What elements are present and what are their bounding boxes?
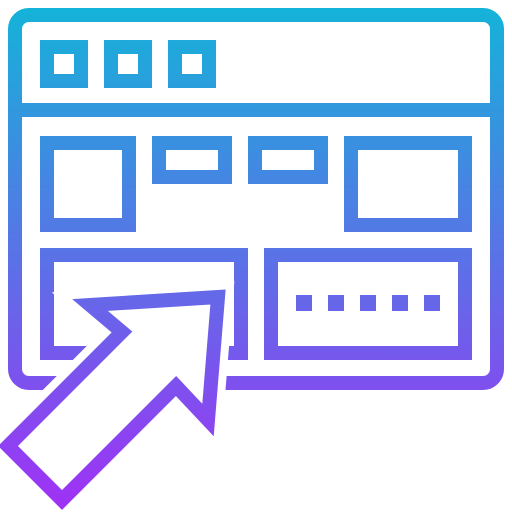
password-dot-4 <box>392 295 408 311</box>
content-bar-2 <box>248 136 328 184</box>
password-dot-5 <box>424 295 440 311</box>
password-dot-1 <box>296 295 312 311</box>
window-control-3-icon <box>168 40 216 88</box>
password-dot-2 <box>328 295 344 311</box>
window-control-1-icon <box>40 40 88 88</box>
cursor-arrow-icon <box>0 289 226 510</box>
browser-window-cursor-icon <box>0 8 504 510</box>
content-block-right <box>344 136 472 232</box>
window-control-2-icon <box>104 40 152 88</box>
content-block-left <box>40 136 136 232</box>
password-dot-3 <box>360 295 376 311</box>
content-bar-1 <box>152 136 232 184</box>
icon-canvas <box>0 0 512 512</box>
